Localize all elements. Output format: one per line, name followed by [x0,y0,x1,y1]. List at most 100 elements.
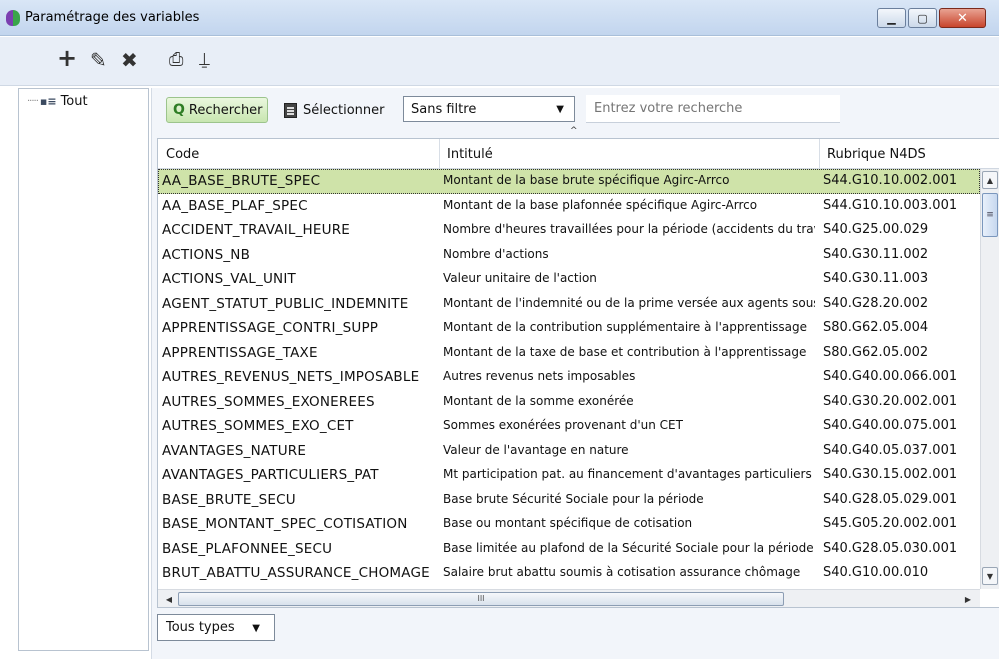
cell-intitule: Montant de la somme exonérée [443,393,634,408]
cell-code: ACCIDENT_TRAVAIL_HEURE [162,222,351,238]
cell-intitule: Autres revenus nets imposables [443,369,636,383]
cell-code: AA_BASE_PLAF_SPEC [162,197,308,214]
close-icon: ✕ [957,10,968,26]
horizontal-scrollbar[interactable]: ◀ III ▶ [158,589,980,607]
column-separator[interactable] [819,139,820,169]
cell-code: BRUT_ABATTU_ASSURANCE_CHOMAGE [162,565,430,581]
select-icon [284,102,297,118]
cell-rubrique: S44.G10.10.002.001 [823,173,958,188]
tree-item-tout[interactable]: ····· ▪≡ Tout [27,94,88,109]
export-icon[interactable]: ⍊ [199,50,210,70]
table-row[interactable]: AUTRES_SOMMES_EXO_CET Sommes exonérées pr… [158,414,980,439]
cell-intitule: Salaire brut abattu soumis à cotisation … [443,565,801,579]
cell-code: AGENT_STATUT_PUBLIC_INDEMNITE [162,295,409,312]
column-header-rubrique[interactable]: Rubrique N4DS [827,147,926,162]
table-row[interactable]: AGENT_STATUT_PUBLIC_INDEMNITE Montant de … [158,292,980,317]
table-row[interactable]: AUTRES_REVENUS_NETS_IMPOSABLE Autres reve… [158,365,980,390]
cell-code: BASE_BRUTE_SECU [162,491,296,508]
cell-intitule: Nombre d'heures travaillées pour la péri… [443,222,815,236]
table-row[interactable]: ACCIDENT_TRAVAIL_HEURE Nombre d'heures tr… [158,218,980,243]
variables-table: Code Intitulé Rubrique N4DS AA_BASE_BRUT… [157,138,999,608]
column-separator[interactable] [439,139,440,169]
cell-intitule: Montant de la base brute spécifique Agir… [443,173,730,187]
maximize-icon: ▢ [917,11,928,25]
table-row[interactable]: AUTRES_SOMMES_EXONEREES Montant de la som… [158,390,980,415]
table-row[interactable]: ACTIONS_NB Nombre d'actions S40.G30.11.002 [158,243,980,268]
cell-code: BASE_MONTANT_SPEC_COTISATION [162,516,408,532]
type-filter-value: Tous types [166,620,235,635]
cell-rubrique: S40.G28.20.002 [823,295,929,311]
cell-intitule: Nombre d'actions [443,246,549,261]
search-button[interactable]: Q Rechercher [166,97,268,123]
collapse-caret-icon[interactable]: ^ [570,126,578,136]
table-row[interactable]: AVANTAGES_NATURE Valeur de l'avantage en … [158,439,980,464]
print-icon[interactable]: ⎙ [169,50,183,70]
type-filter-dropdown[interactable]: Tous types ▼ [157,614,275,641]
search-input[interactable] [586,95,840,123]
delete-icon[interactable]: ✖ [121,50,138,70]
cell-code: APPRENTISSAGE_CONTRI_SUPP [162,320,379,336]
tree-item-label: Tout [60,94,88,109]
cell-code: ACTIONS_NB [162,246,251,263]
add-icon[interactable]: + [57,46,77,70]
table-row[interactable]: APPRENTISSAGE_TAXE Montant de la taxe de … [158,341,980,366]
cell-code: ACTIONS_VAL_UNIT [162,271,296,287]
scroll-left-icon[interactable]: ◀ [161,592,177,606]
grip-icon: ≡ [986,210,994,220]
cell-rubrique: S44.G10.10.003.001 [823,197,958,213]
scroll-up-icon[interactable]: ▲ [982,171,998,189]
vertical-scroll-thumb[interactable]: ≡ [982,193,998,237]
chevron-down-icon: ▼ [556,104,564,115]
cell-code: BASE_PLAFONNEE_SECU [162,540,333,557]
cell-intitule: Valeur unitaire de l'action [443,271,597,285]
cell-rubrique: S40.G28.05.029.001 [823,491,958,507]
list-icon: ▪≡ [39,95,57,108]
category-tree: ····· ▪≡ Tout [18,88,149,651]
cell-intitule: Montant de l'indemnité ou de la prime ve… [443,295,815,310]
cell-intitule: Montant de la contribution supplémentair… [443,320,808,334]
table-row[interactable]: BASE_BRUTE_SECU Base brute Sécurité Socia… [158,488,980,513]
close-button[interactable]: ✕ [939,8,986,28]
table-row[interactable]: AVANTAGES_PARTICULIERS_PAT Mt participati… [158,463,980,488]
table-row[interactable]: BRUT_ABATTU_ASSURANCE_CHOMAGE Salaire bru… [158,561,980,586]
cell-code: AVANTAGES_PARTICULIERS_PAT [162,467,379,483]
cell-intitule: Base ou montant spécifique de cotisation [443,516,693,530]
table-row[interactable]: ACTIONS_VAL_UNIT Valeur unitaire de l'act… [158,267,980,292]
table-header: Code Intitulé Rubrique N4DS [158,139,999,169]
grip-icon: III [477,594,485,603]
cell-intitule: Mt participation pat. au financement d'a… [443,467,812,481]
cell-intitule: Base brute Sécurité Sociale pour la péri… [443,491,704,506]
search-button-label: Rechercher [188,102,263,118]
search-icon: Q [173,102,185,118]
tree-connector: ····· [27,96,39,107]
maximize-button[interactable]: ▢ [908,8,937,28]
table-row[interactable]: BASE_PLAFONNEE_SECU Base limitée au plafo… [158,537,980,562]
select-button-label: Sélectionner [303,102,385,118]
table-row[interactable]: BASE_MONTANT_SPEC_COTISATION Base ou mont… [158,512,980,537]
cell-rubrique: S40.G40.05.037.001 [823,442,958,458]
cell-code: AUTRES_SOMMES_EXONEREES [162,393,375,410]
column-header-code[interactable]: Code [166,147,199,162]
app-icon [6,10,20,26]
column-header-intitule[interactable]: Intitulé [447,147,493,162]
vertical-scrollbar[interactable]: ▲ ≡ ▼ [980,169,999,589]
toolbar: + ✎ ✖ ⎙ ⍊ [0,37,999,86]
minimize-button[interactable]: ▁ [877,8,906,28]
cell-rubrique: S40.G25.00.029 [823,222,929,237]
cell-intitule: Montant de la taxe de base et contributi… [443,344,807,359]
select-button[interactable]: Sélectionner [280,97,392,123]
chevron-down-icon: ▼ [252,623,260,634]
cell-intitule: Valeur de l'avantage en nature [443,442,629,457]
table-row[interactable]: AA_BASE_PLAF_SPEC Montant de la base plaf… [158,194,980,219]
filter-dropdown[interactable]: Sans filtre ▼ [403,96,575,122]
cell-intitule: Base limitée au plafond de la Sécurité S… [443,540,814,555]
table-row[interactable]: APPRENTISSAGE_CONTRI_SUPP Montant de la c… [158,316,980,341]
scroll-right-icon[interactable]: ▶ [960,592,976,606]
cell-code: AA_BASE_BRUTE_SPEC [162,173,321,189]
horizontal-scroll-thumb[interactable]: III [178,592,784,606]
window-titlebar: Paramétrage des variables ▁ ▢ ✕ [0,0,999,36]
edit-icon[interactable]: ✎ [90,50,107,70]
cell-code: AVANTAGES_NATURE [162,442,307,459]
scroll-down-icon[interactable]: ▼ [982,567,998,585]
table-row[interactable]: AA_BASE_BRUTE_SPEC Montant de la base bru… [158,169,980,194]
